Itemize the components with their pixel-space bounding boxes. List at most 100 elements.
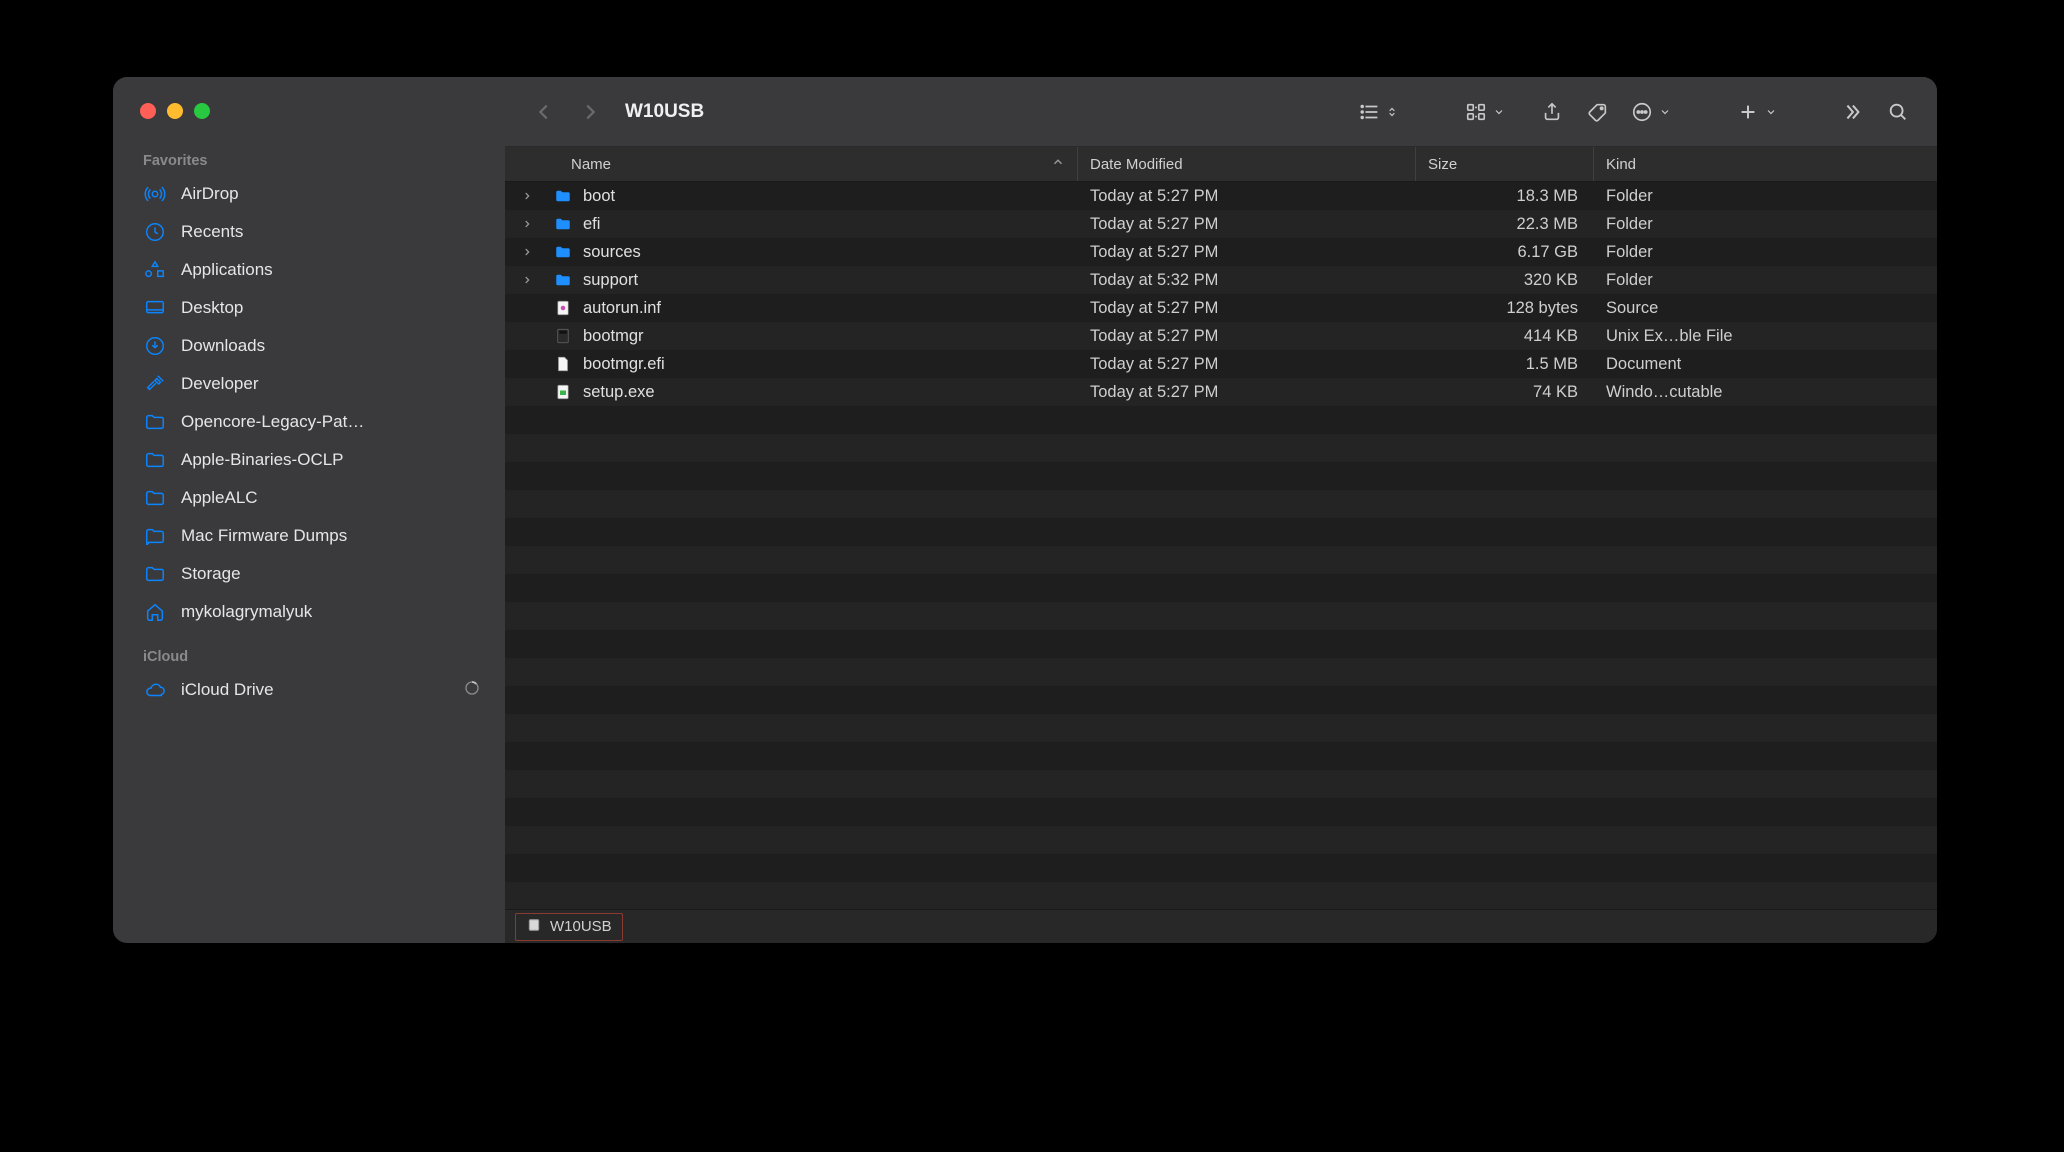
expand-button[interactable]	[1833, 93, 1871, 131]
forward-button[interactable]	[571, 93, 609, 131]
column-size-label: Size	[1428, 156, 1457, 173]
file-row[interactable]: bootmgrToday at 5:27 PM414 KBUnix Ex…ble…	[505, 322, 1937, 350]
file-row[interactable]: setup.exeToday at 5:27 PM74 KBWindo…cuta…	[505, 378, 1937, 406]
folder-icon	[143, 448, 167, 472]
sidebar-item-label: Apple-Binaries-OCLP	[181, 450, 344, 470]
empty-row	[505, 686, 1937, 714]
finder-window: Favorites AirDrop Recents Applications D…	[113, 77, 1937, 943]
empty-row	[505, 714, 1937, 742]
file-kind: Folder	[1594, 238, 1937, 266]
sidebar-item-desktop[interactable]: Desktop	[113, 289, 505, 327]
file-kind: Folder	[1594, 266, 1937, 294]
sidebar-item-label: Opencore-Legacy-Pat…	[181, 412, 364, 432]
folder-icon	[143, 486, 167, 510]
zoom-button[interactable]	[194, 103, 210, 119]
cloud-icon	[143, 678, 167, 702]
minimize-button[interactable]	[167, 103, 183, 119]
sidebar-item-downloads[interactable]: Downloads	[113, 327, 505, 365]
disclosure-icon[interactable]	[519, 247, 535, 257]
disclosure-icon[interactable]	[519, 275, 535, 285]
apps-icon	[143, 258, 167, 282]
file-kind: Windo…cutable	[1594, 378, 1937, 406]
empty-row	[505, 490, 1937, 518]
file-size: 320 KB	[1416, 266, 1594, 294]
clock-icon	[143, 220, 167, 244]
column-name-label: Name	[571, 156, 611, 173]
sort-ascending-icon	[1051, 155, 1065, 173]
file-name: setup.exe	[583, 383, 655, 402]
sidebar-item-label: Desktop	[181, 298, 243, 318]
sidebar-item-icloud-drive[interactable]: iCloud Drive	[113, 671, 505, 709]
folder-icon	[143, 410, 167, 434]
column-kind-label: Kind	[1606, 156, 1636, 173]
sidebar-item-label: Storage	[181, 564, 241, 584]
file-date: Today at 5:27 PM	[1078, 182, 1416, 210]
file-size: 414 KB	[1416, 322, 1594, 350]
file-size: 22.3 MB	[1416, 210, 1594, 238]
sidebar-item-storage[interactable]: Storage	[113, 555, 505, 593]
sidebar-item-apple-binaries[interactable]: Apple-Binaries-OCLP	[113, 441, 505, 479]
view-list-button[interactable]	[1359, 101, 1399, 123]
empty-row	[505, 546, 1937, 574]
sidebar-item-recents[interactable]: Recents	[113, 213, 505, 251]
file-size: 18.3 MB	[1416, 182, 1594, 210]
column-size[interactable]: Size	[1416, 147, 1594, 181]
group-button[interactable]	[1465, 101, 1505, 123]
file-icon	[553, 382, 573, 402]
empty-row	[505, 798, 1937, 826]
sidebar-item-home[interactable]: mykolagrymalyuk	[113, 593, 505, 631]
back-button[interactable]	[525, 93, 563, 131]
sidebar-item-label: Applications	[181, 260, 273, 280]
sidebar-item-applications[interactable]: Applications	[113, 251, 505, 289]
path-segment[interactable]: W10USB	[515, 913, 623, 941]
sidebar-section-favorites: Favorites	[113, 153, 505, 169]
search-button[interactable]	[1879, 93, 1917, 131]
file-icon	[553, 326, 573, 346]
hammer-icon	[143, 372, 167, 396]
file-row[interactable]: bootmgr.efi Today at 5:27 PM1.5 MBDocumen…	[505, 350, 1937, 378]
empty-row	[505, 770, 1937, 798]
empty-row	[505, 518, 1937, 546]
empty-row	[505, 630, 1937, 658]
disclosure-icon[interactable]	[519, 191, 535, 201]
main-content: W10USB	[505, 77, 1937, 943]
sidebar-item-airdrop[interactable]: AirDrop	[113, 175, 505, 213]
file-date: Today at 5:27 PM	[1078, 210, 1416, 238]
file-kind: Unix Ex…ble File	[1594, 322, 1937, 350]
progress-icon	[463, 679, 481, 702]
file-row[interactable]: autorun.infToday at 5:27 PM128 bytesSour…	[505, 294, 1937, 322]
drive-icon	[526, 917, 542, 937]
new-button[interactable]	[1737, 101, 1777, 123]
file-row[interactable]: bootToday at 5:27 PM18.3 MBFolder	[505, 182, 1937, 210]
file-row[interactable]: efiToday at 5:27 PM22.3 MBFolder	[505, 210, 1937, 238]
column-date[interactable]: Date Modified	[1078, 147, 1416, 181]
download-icon	[143, 334, 167, 358]
sidebar-item-firmware[interactable]: Mac Firmware Dumps	[113, 517, 505, 555]
share-button[interactable]	[1533, 93, 1571, 131]
empty-row	[505, 434, 1937, 462]
file-name: sources	[583, 243, 641, 262]
column-date nombrable: Date Modified	[1090, 156, 1183, 173]
close-button[interactable]	[140, 103, 156, 119]
sidebar-item-applealc[interactable]: AppleALC	[113, 479, 505, 517]
disclosure-icon[interactable]	[519, 219, 535, 229]
file-size: 74 KB	[1416, 378, 1594, 406]
file-row[interactable]: sourcesToday at 5:27 PM6.17 GBFolder	[505, 238, 1937, 266]
tag-button[interactable]	[1579, 93, 1617, 131]
home-icon	[143, 600, 167, 624]
window-controls	[113, 103, 505, 119]
sidebar-item-developer[interactable]: Developer	[113, 365, 505, 403]
sidebar-item-opencore[interactable]: Opencore-Legacy-Pat…	[113, 403, 505, 441]
file-size: 1.5 MB	[1416, 350, 1594, 378]
file-row[interactable]: supportToday at 5:32 PM320 KBFolder	[505, 266, 1937, 294]
column-name[interactable]: Name	[505, 147, 1078, 181]
action-button[interactable]	[1631, 101, 1671, 123]
file-date: Today at 5:27 PM	[1078, 350, 1416, 378]
file-name: bootmgr.efi	[583, 355, 665, 374]
folder-icon	[553, 186, 573, 206]
file-kind: Document	[1594, 350, 1937, 378]
empty-row	[505, 854, 1937, 882]
folder-icon	[553, 270, 573, 290]
column-kind[interactable]: Kind	[1594, 147, 1937, 181]
sidebar-item-label: mykolagrymalyuk	[181, 602, 312, 622]
